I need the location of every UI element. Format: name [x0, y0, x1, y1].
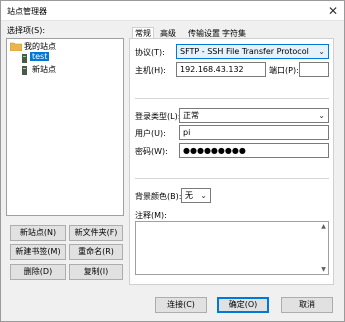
site-tree[interactable]: 我的站点 test 新站点: [6, 38, 124, 216]
chevron-down-icon: ⌄: [318, 47, 325, 56]
new-bookmark-button[interactable]: 新建书签(M): [10, 244, 66, 260]
password-field[interactable]: ●●●●●●●●●: [179, 143, 329, 158]
rename-button[interactable]: 重命名(R): [69, 244, 123, 260]
folder-icon: [9, 42, 23, 52]
logon-type-label: 登录类型(L):: [135, 112, 181, 121]
port-label: 端口(P):: [269, 66, 299, 75]
bg-color-value: 无: [185, 191, 193, 200]
tree-item-new-site[interactable]: 新站点: [32, 64, 56, 75]
comments-textarea[interactable]: ▲ ▼: [135, 221, 329, 275]
user-field[interactable]: pi: [179, 125, 329, 140]
scroll-down-icon[interactable]: ▼: [319, 265, 328, 274]
cancel-button[interactable]: 取消: [281, 297, 333, 313]
site-manager-window: 站点管理器 ✕ 选择项(S): 我的站点 test 新站点 新站点(N) 新文件…: [0, 0, 345, 322]
host-field[interactable]: 192.168.43.132: [176, 62, 266, 77]
logon-type-value: 正常: [183, 111, 199, 120]
comments-label: 注释(M):: [135, 211, 167, 220]
copy-button[interactable]: 复制(I): [69, 264, 123, 280]
scroll-up-icon[interactable]: ▲: [319, 222, 328, 231]
protocol-select[interactable]: SFTP - SSH File Transfer Protocol ⌄: [176, 44, 329, 59]
delete-button[interactable]: 删除(D): [10, 264, 66, 280]
tree-root-label[interactable]: 我的站点: [24, 41, 56, 52]
title-bar: 站点管理器 ✕: [1, 1, 344, 21]
logon-type-select[interactable]: 正常 ⌄: [179, 108, 329, 123]
new-folder-button[interactable]: 新文件夹(F): [69, 225, 123, 241]
user-label: 用户(U):: [135, 129, 166, 138]
ok-button[interactable]: 确定(O): [217, 297, 269, 313]
divider: [135, 98, 329, 99]
chevron-down-icon: ⌄: [318, 111, 325, 120]
window-title: 站点管理器: [7, 7, 47, 16]
port-field[interactable]: [299, 62, 329, 77]
close-icon[interactable]: ✕: [325, 3, 341, 19]
divider: [135, 178, 329, 179]
protocol-label: 协议(T):: [135, 48, 165, 57]
protocol-value: SFTP - SSH File Transfer Protocol: [180, 47, 309, 56]
tree-item-test[interactable]: test: [30, 52, 50, 61]
server-icon: [20, 54, 29, 63]
chevron-down-icon: ⌄: [200, 191, 207, 200]
password-label: 密码(W):: [135, 147, 168, 156]
new-site-button[interactable]: 新站点(N): [10, 225, 66, 241]
server-icon: [20, 66, 29, 75]
select-entry-label: 选择项(S):: [7, 26, 46, 35]
connect-button[interactable]: 连接(C): [155, 297, 207, 313]
host-label: 主机(H):: [135, 66, 166, 75]
bg-color-select[interactable]: 无 ⌄: [181, 188, 211, 203]
bg-color-label: 背景颜色(B):: [135, 192, 182, 201]
